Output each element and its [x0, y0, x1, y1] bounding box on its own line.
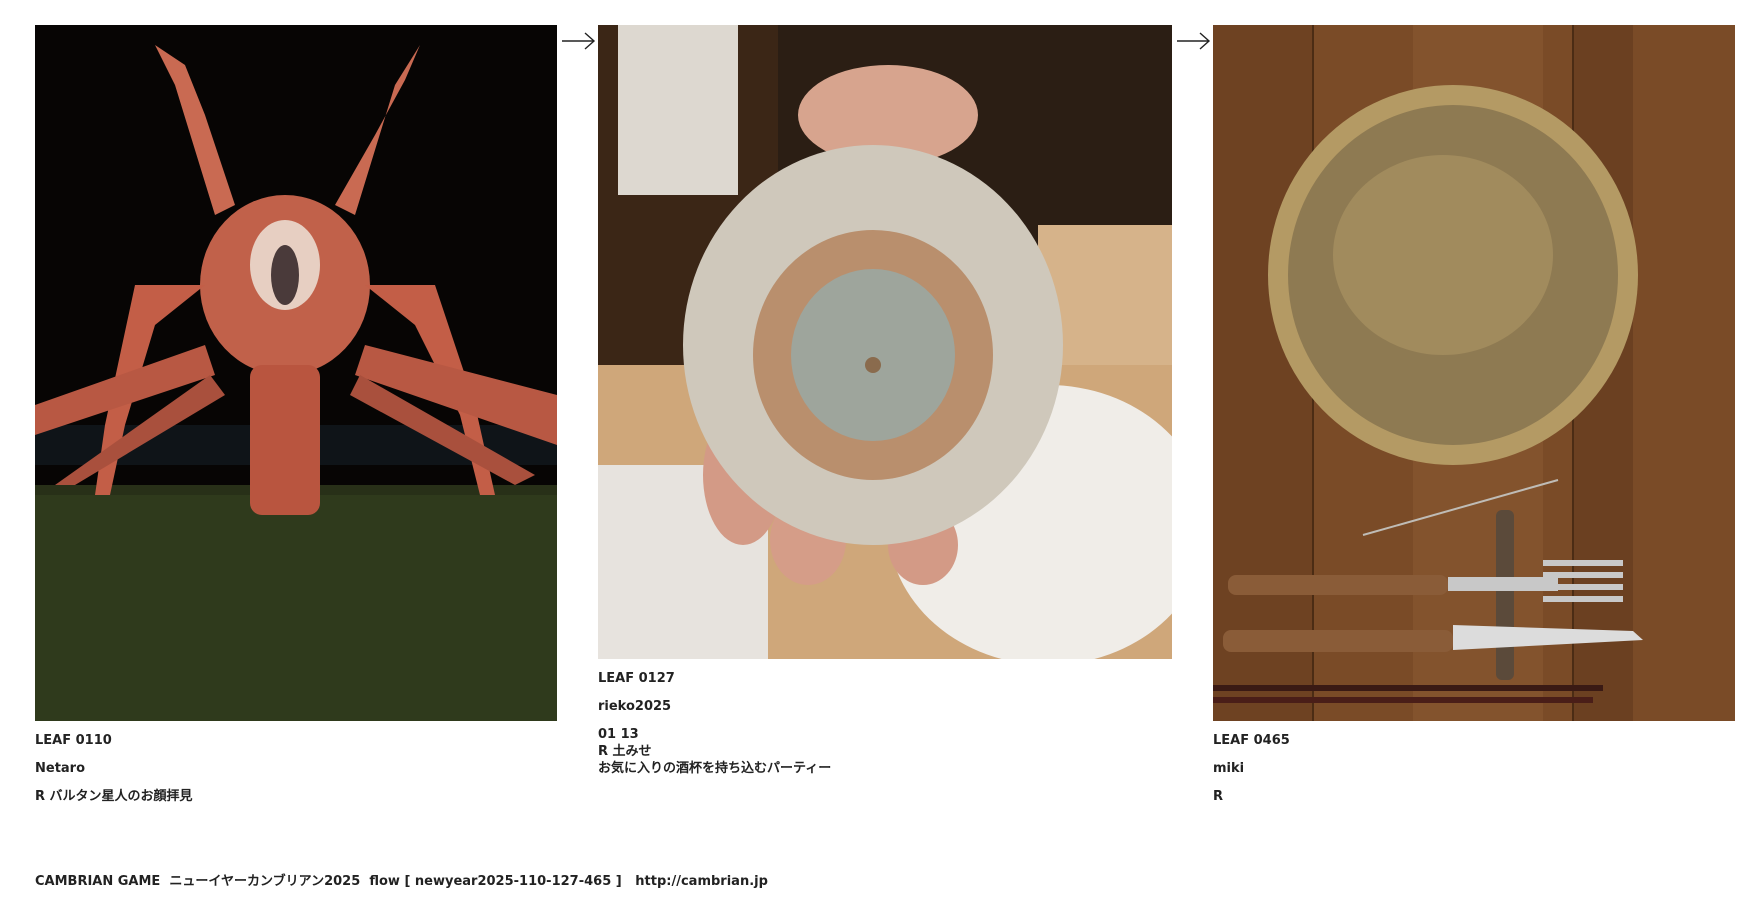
plate-image [1213, 25, 1735, 721]
leaf-card-0465[interactable]: LEAF 0465 miki R [1213, 25, 1735, 805]
leaf-user[interactable]: Netaro [35, 760, 557, 777]
footer-url-link[interactable]: http://cambrian.jp [635, 874, 768, 889]
lobster-photo[interactable] [35, 25, 557, 721]
leaf-user[interactable]: rieko2025 [598, 698, 1172, 715]
leaf-r-line: R 土みせ [598, 744, 652, 759]
leaf-card-0110[interactable]: LEAF 0110 Netaro R バルタン星人のお顔拝見 [35, 25, 557, 805]
leaf-id: LEAF 0465 [1213, 733, 1290, 748]
arrow-right-icon [1177, 32, 1211, 50]
leaf-caption: LEAF 0110 Netaro R バルタン星人のお顔拝見 [35, 732, 557, 805]
leaf-caption: LEAF 0465 miki R [1213, 732, 1735, 805]
cup-photo[interactable] [598, 25, 1172, 659]
leaf-description: お気に入りの酒杯を持ち込むパーティー [598, 761, 832, 776]
footer-brand[interactable]: CAMBRIAN GAME [35, 874, 160, 889]
leaf-id: LEAF 0127 [598, 671, 675, 686]
leaf-user[interactable]: miki [1213, 760, 1735, 777]
footer: CAMBRIAN GAME ニューイヤーカンブリアン2025 flow [ ne… [35, 870, 768, 889]
leaf-card-0127[interactable]: LEAF 0127 rieko2025 01 13 R 土みせ お気に入りの酒杯… [598, 25, 1172, 777]
plate-photo[interactable] [1213, 25, 1735, 721]
leaf-date: 01 13 [598, 727, 639, 742]
lobster-image [35, 25, 557, 721]
leaf-caption: LEAF 0127 rieko2025 01 13 R 土みせ お気に入りの酒杯… [598, 670, 1172, 777]
leaf-id: LEAF 0110 [35, 733, 112, 748]
page: LEAF 0110 Netaro R バルタン星人のお顔拝見 LEAF 0127… [0, 0, 1761, 900]
footer-event: ニューイヤーカンブリアン2025 [169, 874, 361, 889]
leaf-r-line: R バルタン星人のお顔拝見 [35, 789, 193, 804]
footer-flow-label: flow [369, 874, 400, 889]
footer-flow-value: [ newyear2025-110-127-465 ] [404, 874, 622, 889]
leaf-r-line: R [1213, 789, 1224, 804]
cup-image [598, 25, 1172, 659]
arrow-right-icon [562, 32, 596, 50]
